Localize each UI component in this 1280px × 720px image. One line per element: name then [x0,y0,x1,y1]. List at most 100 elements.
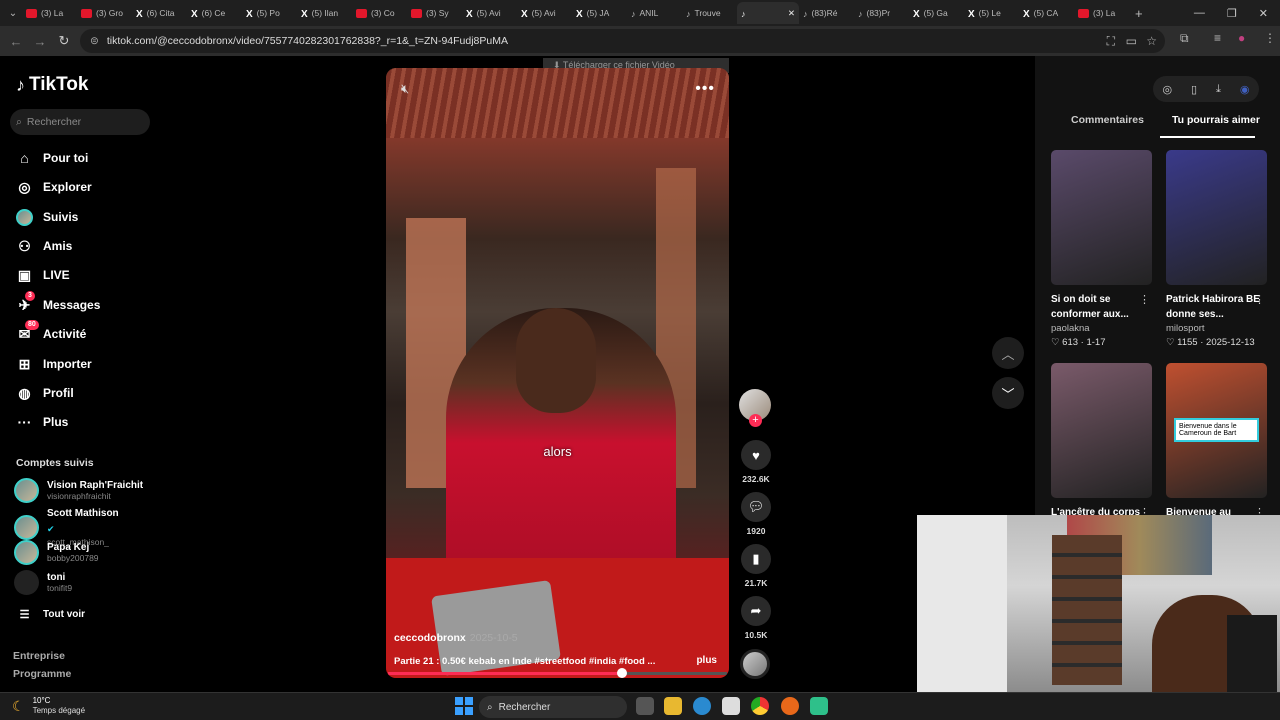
browser-tab[interactable]: (3) Gro [77,2,132,24]
weather-widget[interactable]: ☾ 10°C Temps dégagé [12,696,85,716]
browser-tab[interactable]: X (6) Cita [132,2,187,24]
volume-icon[interactable]: 🔇︎ [401,81,409,97]
browser-tab[interactable]: X (5) Le [964,2,1019,24]
see-all-link[interactable]: ☰ Tout voir [16,604,85,624]
sidebar-item-activité[interactable]: ✉ 80 Activité [16,319,86,344]
media-icon[interactable]: ≡ [1214,31,1221,45]
tab-you-may-like[interactable]: Tu pourrais aimer [1172,114,1260,126]
tiktok-logo[interactable]: ♪ TikTok [16,74,88,96]
video-thumbnail[interactable] [1051,363,1152,498]
video-player[interactable]: 🔇︎ ••• alors ceccodobronx 2025-10-5 Parti… [386,68,729,678]
back-icon[interactable]: ← [4,34,28,49]
like-action[interactable]: ♥ 232.6K [741,440,771,484]
browser-tab[interactable]: X (5) Po [242,2,297,24]
firefox-icon[interactable] [781,697,799,715]
search-input[interactable]: ⌕ Rechercher [10,109,150,135]
edge-icon[interactable] [693,697,711,715]
site-info-icon[interactable]: ⊜ [90,35,99,47]
comment-icon[interactable]: 💬︎ [741,492,771,522]
url-bar[interactable]: ⊜ tiktok.com/@ceccodobronx/video/7557740… [80,29,1165,53]
followed-account[interactable]: toni tonifit9 [14,570,72,595]
bookmark-icon[interactable]: ▮ [741,544,771,574]
sidebar-item-suivis[interactable]: Suivis [16,207,78,227]
cast-icon[interactable]: ▭ [1126,34,1137,48]
maximize-icon[interactable]: ❐ [1227,7,1237,20]
sidebar-item-profil[interactable]: ◍ Profil [16,383,73,403]
browser-tab[interactable]: ♪ (83)Ré [799,2,854,24]
app-icon[interactable] [810,697,828,715]
tab-comments[interactable]: Commentaires [1071,114,1144,126]
browser-tab[interactable]: X (6) Ce [187,2,242,24]
card-more-icon[interactable]: ⋮ [1254,293,1265,306]
video-thumbnail[interactable] [1166,150,1267,285]
browser-tab[interactable]: X (5) JA [572,2,627,24]
forward-icon[interactable]: → [28,34,52,49]
browser-tab[interactable]: ♪ ✕ [737,2,799,24]
next-video-button[interactable]: ﹀ [992,377,1024,409]
taskbar-search[interactable]: ⌕ Rechercher [479,696,627,718]
new-tab-icon[interactable]: + [1135,6,1143,21]
browser-tab[interactable]: (3) La [1074,2,1129,24]
sidebar-item-live[interactable]: ▣ LIVE [16,265,70,285]
store-icon[interactable] [722,697,740,715]
browser-tab[interactable]: X (5) Ga [909,2,964,24]
save-action[interactable]: ▮ 21.7K [741,544,771,588]
followed-account[interactable]: Papa Kej bobby200789 [14,540,99,565]
browser-tab[interactable]: (3) La [22,2,77,24]
previous-video-button[interactable]: ︿ [992,337,1024,369]
footer-link-entreprise[interactable]: Entreprise [13,650,65,662]
share-action[interactable]: ➦ 10.5K [741,596,771,640]
sidebar-item-messages[interactable]: ✈ 3 Messages [16,290,100,315]
browser-tab[interactable]: (3) Co [352,2,407,24]
chrome-icon[interactable] [751,697,769,715]
recommended-video-card[interactable]: Bienvenue dans le Cameroun de Bart Bienve… [1166,363,1267,535]
share-icon[interactable]: ➦ [741,596,771,626]
menu-icon[interactable]: ⋮ [1264,31,1276,45]
download-icon[interactable]: ⤓ [1216,83,1221,96]
browser-tab[interactable]: X (5) CA [1019,2,1074,24]
extensions-icon[interactable]: ⧉ [1180,31,1189,46]
profile-icon[interactable]: ● [1238,31,1245,45]
video-progress-bar[interactable] [388,668,727,678]
browser-tab[interactable]: ♪ Trouve [682,2,737,24]
close-tab-icon[interactable]: ✕ [788,8,795,19]
video-author[interactable]: ceccodobronx 2025-10-5 [394,632,518,644]
followed-account[interactable]: Vision Raph'Fraichit visionraphfraichit [14,478,143,503]
sidebar-item-pour-toi[interactable]: ⌂ Pour toi [16,148,88,168]
minimize-icon[interactable]: — [1194,7,1205,20]
reload-icon[interactable]: ↻ [52,33,76,49]
browser-tab[interactable]: ♪ ANIL [627,2,682,24]
translate-icon[interactable]: ⛶ [1107,34,1115,49]
card-more-icon[interactable]: ⋮ [1139,293,1150,306]
video-thumbnail[interactable] [1051,150,1152,285]
start-button[interactable] [455,697,473,715]
follow-plus-icon[interactable]: + [749,414,762,427]
more-options-icon[interactable]: ••• [695,80,715,98]
file-explorer-icon[interactable] [664,697,682,715]
bookmark-star-icon[interactable]: ☆ [1146,34,1157,48]
browser-tab[interactable]: (3) Sy [407,2,462,24]
heart-icon[interactable]: ♥ [741,440,771,470]
task-view-icon[interactable] [636,697,654,715]
video-thumbnail[interactable]: Bienvenue dans le Cameroun de Bart [1166,363,1267,498]
recommended-video-card[interactable]: Si on doit se conformer aux... ⋮ paolakna ♡… [1051,150,1152,348]
more-description-button[interactable]: plus [696,655,717,666]
browser-tab[interactable]: X (5) Avi [517,2,572,24]
browser-tab[interactable]: X (5) Avi [462,2,517,24]
footer-link-programme[interactable]: Programme [13,668,71,680]
sidebar-item-explorer[interactable]: ◎ Explorer [16,177,91,197]
browser-tab[interactable]: ♪ (83)Pr [854,2,909,24]
recommended-video-card[interactable]: L'ancêtre du corps ⋮ [1051,363,1152,535]
progress-knob[interactable] [616,668,627,678]
sidebar-item-amis[interactable]: ⚇ Amis [16,236,72,256]
music-disc-icon[interactable] [740,649,770,679]
tab-list-icon[interactable]: ⌄ [4,8,22,19]
compass-icon[interactable]: ◎ [1162,83,1172,96]
user-avatar-icon[interactable]: ◉ [1240,83,1250,96]
comment-action[interactable]: 💬︎ 1920 [741,492,771,536]
close-window-icon[interactable]: ✕ [1259,7,1268,20]
browser-tab[interactable]: X (5) Ilan [297,2,352,24]
sidebar-item-plus[interactable]: ··· Plus [16,412,69,432]
sidebar-item-importer[interactable]: ⊞ Importer [16,354,92,374]
recommended-video-card[interactable]: Patrick Habirora BE donne ses... ⋮ milospo… [1166,150,1267,348]
